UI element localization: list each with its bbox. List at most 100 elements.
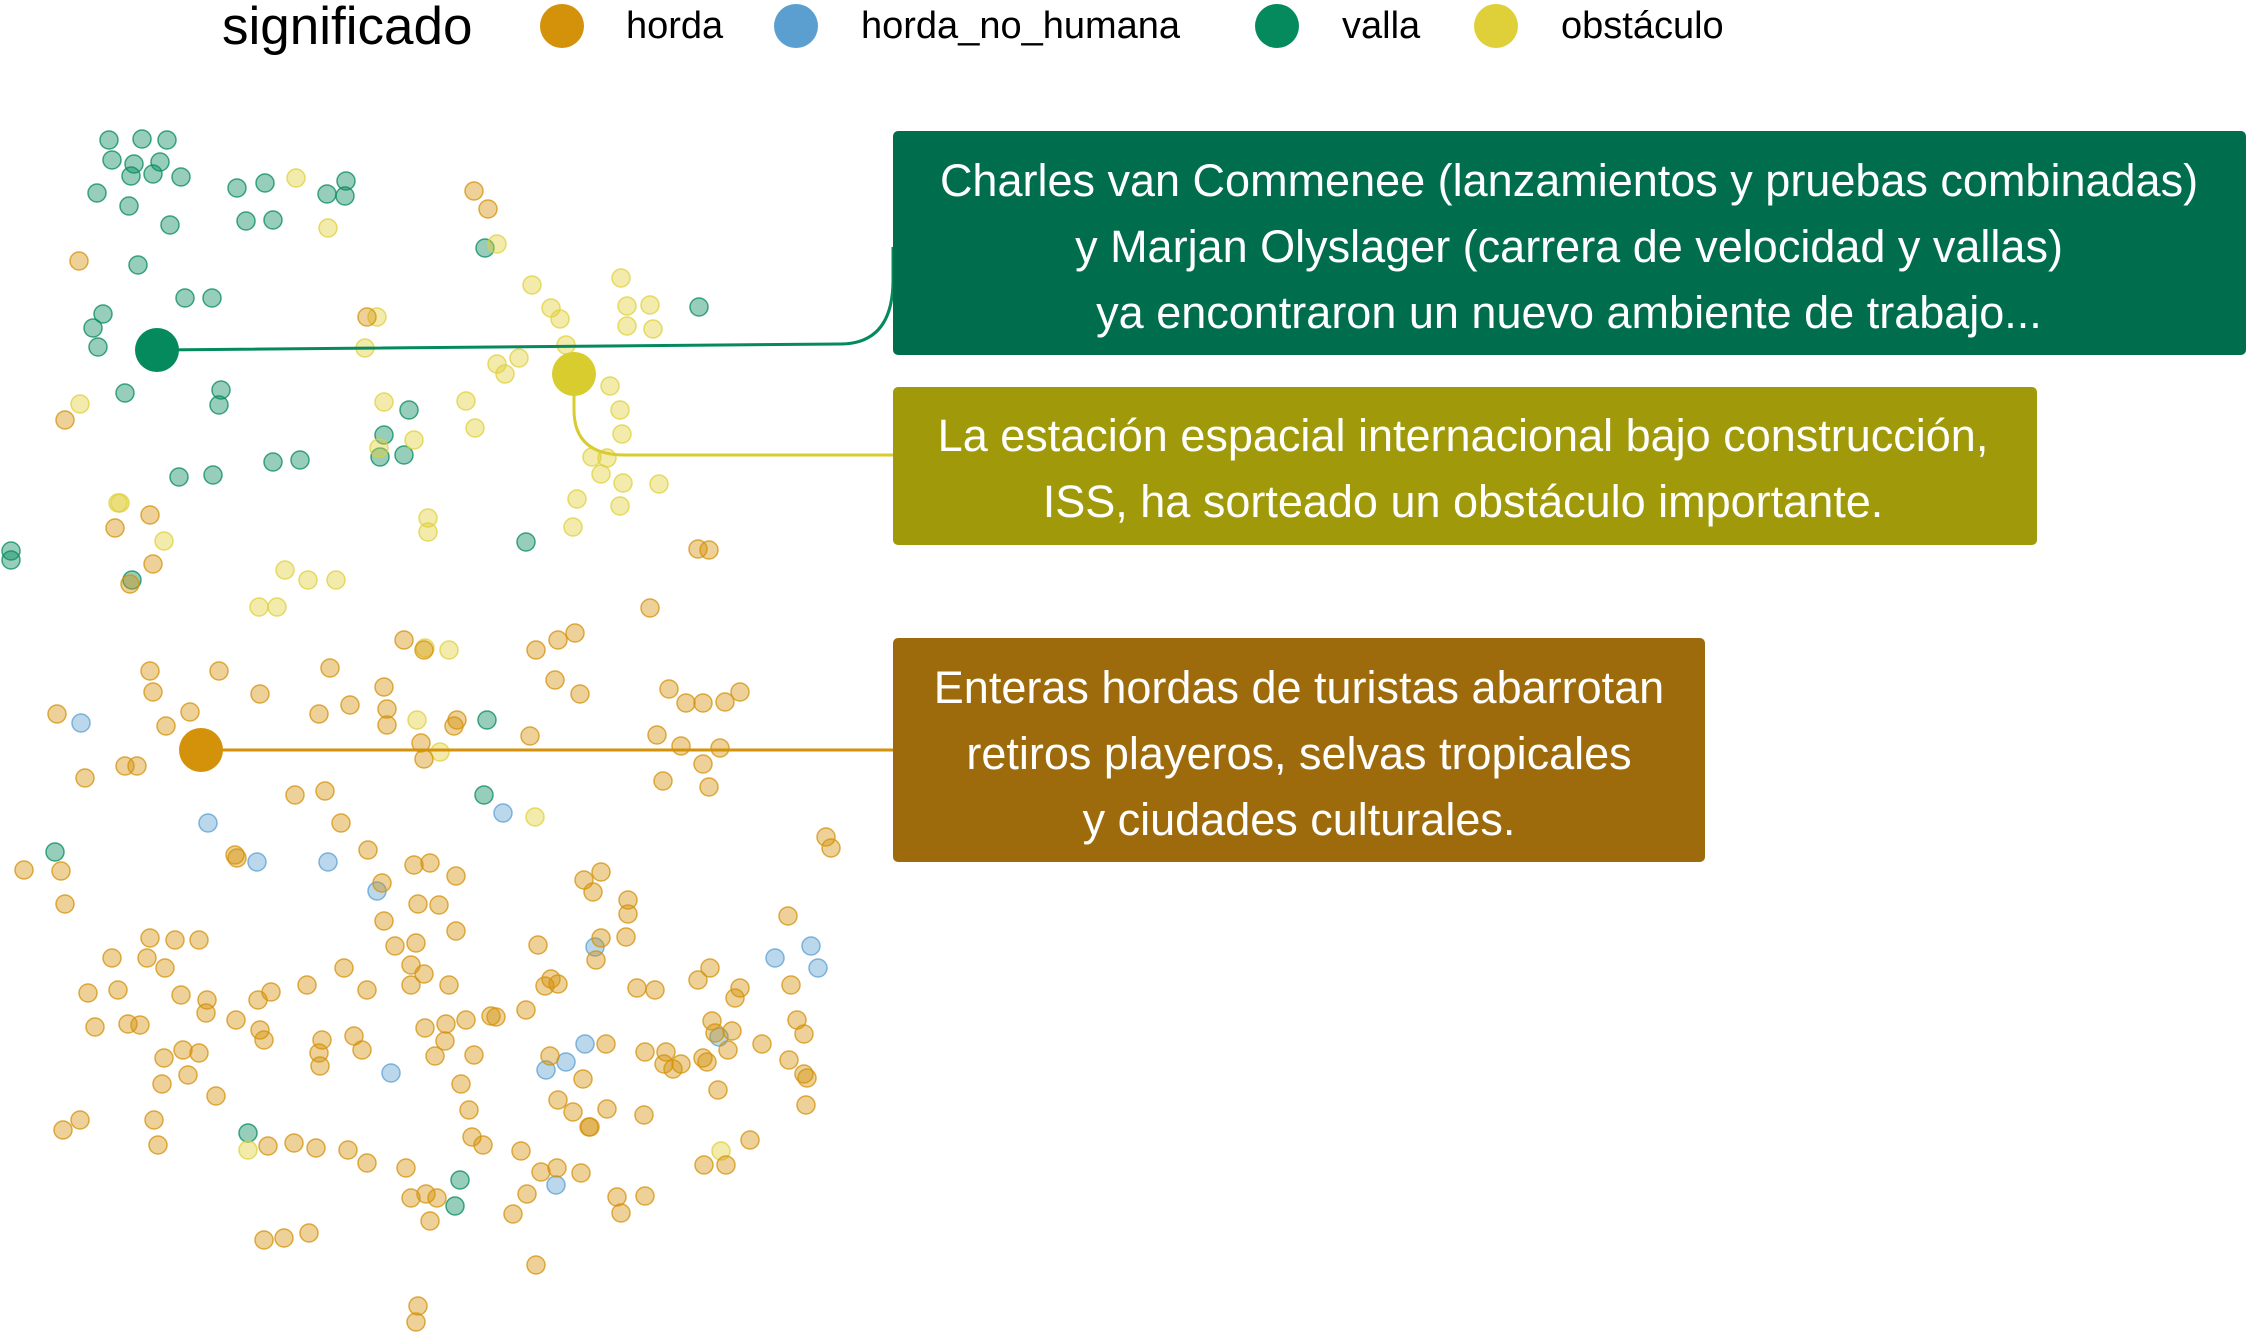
point-obstaculo-47 xyxy=(407,710,427,730)
point-horda-119 xyxy=(248,990,268,1010)
point-horda-71 xyxy=(408,894,428,914)
point-obstaculo-19 xyxy=(610,400,630,420)
point-horda-28 xyxy=(374,677,394,697)
point-obstaculo-20 xyxy=(612,424,632,444)
point-valla-25 xyxy=(689,297,709,317)
point-valla-31 xyxy=(399,400,419,420)
point-horda-187 xyxy=(740,1130,760,1150)
point-horda-86 xyxy=(794,1024,814,1044)
point-horda-79 xyxy=(778,906,798,926)
point-horda-49 xyxy=(414,749,434,769)
point-valla-26 xyxy=(83,318,103,338)
point-obstaculo-39 xyxy=(154,531,174,551)
point-horda-no-humana-3 xyxy=(247,852,267,872)
point-obstaculo-9 xyxy=(640,295,660,315)
point-obstaculo-49 xyxy=(525,807,545,827)
point-obstaculo-25 xyxy=(591,464,611,484)
point-horda-132 xyxy=(78,983,98,1003)
point-valla-17 xyxy=(335,186,355,206)
point-valla-38 xyxy=(203,465,223,485)
point-horda-15 xyxy=(209,661,229,681)
point-horda-35 xyxy=(143,682,163,702)
point-horda-140 xyxy=(178,1065,198,1085)
point-horda-89 xyxy=(645,980,665,1000)
point-obstaculo-18 xyxy=(495,364,515,384)
point-horda-141 xyxy=(196,1003,216,1023)
point-horda-65 xyxy=(55,894,75,914)
point-horda-20 xyxy=(565,623,585,643)
callout-line-valla-3: ya encontraron un nuevo ambiente de trab… xyxy=(1096,287,2042,338)
point-obstaculo-44 xyxy=(439,640,459,660)
point-obstaculo-22 xyxy=(369,438,389,458)
point-horda-172 xyxy=(634,1105,654,1125)
point-horda-50 xyxy=(75,768,95,788)
point-horda-59 xyxy=(446,866,466,886)
point-horda-55 xyxy=(331,813,351,833)
point-horda-33 xyxy=(250,684,270,704)
point-horda-92 xyxy=(591,928,611,948)
point-horda-70 xyxy=(618,904,638,924)
point-horda-36 xyxy=(180,702,200,722)
scatter-chart: significado horda horda_no_humana valla … xyxy=(1,0,2246,1332)
callout-valla: Charles van Commenee (lanzamientos y pru… xyxy=(135,131,2246,372)
point-horda-67 xyxy=(591,862,611,882)
point-horda-145 xyxy=(70,1110,90,1130)
point-horda-180 xyxy=(722,1021,742,1041)
point-valla-30 xyxy=(115,383,135,403)
callout-line-obstaculo-1: La estación espacial internacional bajo … xyxy=(938,410,1989,461)
point-valla-29 xyxy=(209,395,229,415)
point-horda-52 xyxy=(127,756,147,776)
point-horda-156 xyxy=(427,1188,447,1208)
point-horda-143 xyxy=(152,1074,172,1094)
point-obstaculo-16 xyxy=(465,418,485,438)
point-horda-54 xyxy=(315,781,335,801)
point-obstaculo-4 xyxy=(522,275,542,295)
point-horda-147 xyxy=(148,1135,168,1155)
point-obstaculo-38 xyxy=(110,493,130,513)
point-valla-16 xyxy=(317,184,337,204)
point-valla-35 xyxy=(263,452,283,472)
point-horda-13 xyxy=(320,658,340,678)
point-horda-137 xyxy=(154,1048,174,1068)
point-horda-183 xyxy=(794,1064,814,1084)
point-horda-no-humana-16 xyxy=(546,1175,566,1195)
point-horda-146 xyxy=(53,1120,73,1140)
point-horda-7 xyxy=(105,518,125,538)
point-horda-no-humana-10 xyxy=(808,958,828,978)
callout-line-obstaculo-2: ISS, ha sorteado un obstáculo importante… xyxy=(1043,476,1884,527)
legend-label-horda-no-humana: horda_no_humana xyxy=(861,5,1181,47)
legend-label-obstaculo: obstáculo xyxy=(1561,5,1724,47)
point-valla-10 xyxy=(87,183,107,203)
point-horda-101 xyxy=(439,975,459,995)
point-horda-78 xyxy=(821,838,841,858)
point-valla-4 xyxy=(102,150,122,170)
point-horda-90 xyxy=(627,978,647,998)
point-horda-4 xyxy=(357,307,377,327)
point-horda-115 xyxy=(357,980,377,1000)
point-valla-1 xyxy=(99,130,119,150)
legend-title: significado xyxy=(222,0,472,56)
point-horda-24 xyxy=(676,693,696,713)
point-horda-8 xyxy=(143,554,163,574)
point-obstaculo-1 xyxy=(286,168,306,188)
point-horda-21 xyxy=(545,670,565,690)
point-horda-57 xyxy=(404,855,424,875)
point-horda-116 xyxy=(334,958,354,978)
point-horda-122 xyxy=(310,1056,330,1076)
point-horda-134 xyxy=(85,1017,105,1037)
point-obstaculo-30 xyxy=(70,394,90,414)
point-valla-45 xyxy=(45,842,65,862)
point-horda-no-humana-1 xyxy=(71,713,91,733)
point-horda-123 xyxy=(254,1030,274,1050)
point-horda-152 xyxy=(357,1153,377,1173)
point-horda-40 xyxy=(444,716,464,736)
point-obstaculo-13 xyxy=(600,376,620,396)
point-horda-73 xyxy=(446,921,466,941)
point-horda-64 xyxy=(14,860,34,880)
callout-line-horda-3: y ciudades culturales. xyxy=(1083,794,1516,845)
point-horda-6 xyxy=(140,505,160,525)
point-horda-161 xyxy=(511,1141,531,1161)
point-obstaculo-23 xyxy=(374,392,394,412)
point-horda-195 xyxy=(406,1312,426,1332)
point-horda-163 xyxy=(503,1204,523,1224)
